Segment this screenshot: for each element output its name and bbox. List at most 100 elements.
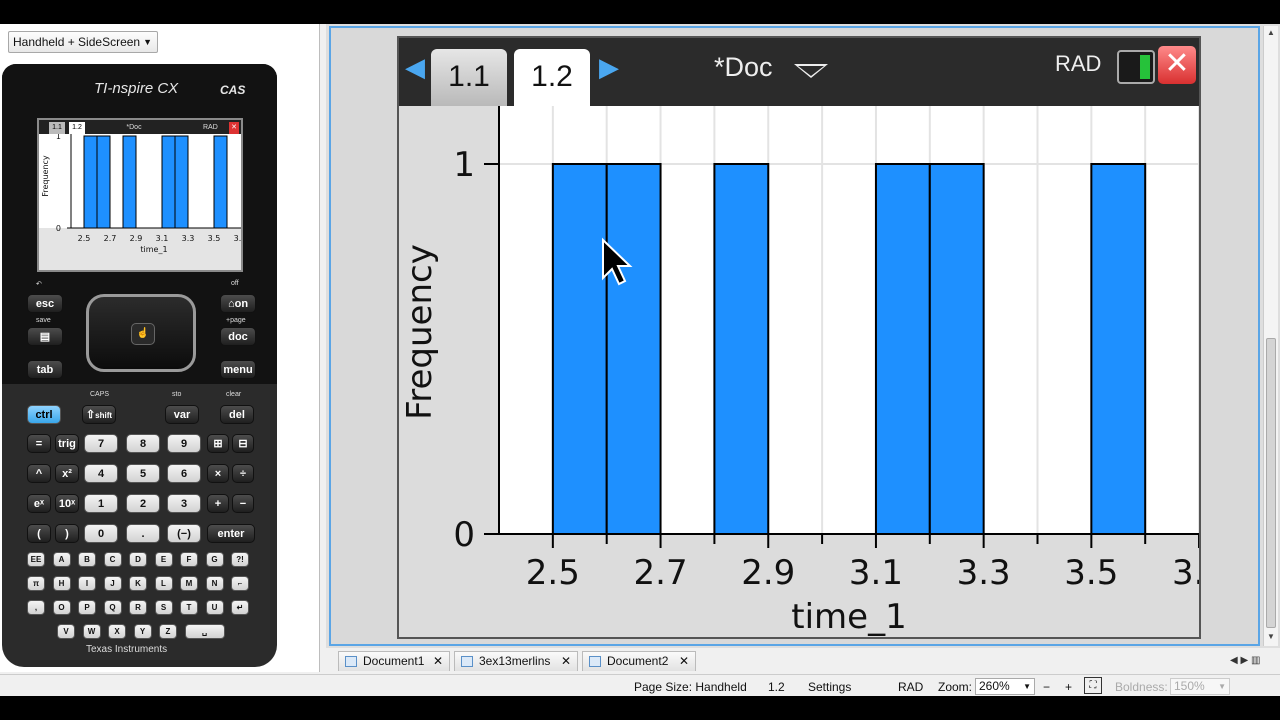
shift-key[interactable]: ⇧shift (82, 405, 116, 424)
alpha-key[interactable]: D (129, 552, 147, 567)
key[interactable]: (−) (167, 524, 201, 543)
view-mode-select[interactable]: Handheld + SideScreen ▼ (8, 31, 158, 53)
alpha-key[interactable]: ⌐ (231, 576, 249, 591)
alpha-key[interactable]: J (103, 576, 122, 591)
alpha-key[interactable]: H (52, 576, 71, 591)
scroll-down-icon[interactable]: ▼ (1267, 632, 1275, 641)
alpha-key[interactable]: A (52, 552, 71, 567)
alpha-key[interactable]: E (154, 552, 173, 567)
alpha-key[interactable]: G (205, 552, 224, 567)
alpha-key[interactable]: EE (27, 552, 45, 567)
alpha-key[interactable]: P (78, 600, 96, 615)
key[interactable]: 9 (167, 434, 201, 453)
alpha-key[interactable]: I (78, 576, 96, 591)
alpha-key[interactable]: L (154, 576, 173, 591)
key[interactable]: 6 (167, 464, 201, 483)
key[interactable]: eˣ (27, 494, 51, 513)
document-title[interactable]: *Doc (714, 52, 773, 83)
alpha-key[interactable]: V (57, 624, 75, 639)
key[interactable]: 2 (126, 494, 160, 513)
alpha-key[interactable]: Z (159, 624, 177, 639)
y-axis-label[interactable]: Frequency (400, 244, 440, 420)
document-tab-2[interactable]: 3ex13merlins ✕ (454, 651, 578, 671)
key[interactable]: 1 (84, 494, 118, 513)
key[interactable]: = (27, 434, 51, 453)
alpha-key[interactable]: N (205, 576, 224, 591)
histogram-bar[interactable] (551, 163, 608, 535)
zoom-select[interactable]: 260% ▼ (975, 678, 1035, 695)
doc-key[interactable]: doc (220, 327, 256, 346)
key[interactable]: 5 (126, 464, 160, 483)
tab-key[interactable]: tab (27, 360, 63, 379)
close-document-button[interactable]: ✕ (1158, 46, 1196, 84)
key[interactable]: 4 (84, 464, 118, 483)
zoom-out-button[interactable]: − (1043, 680, 1050, 694)
alpha-key[interactable]: U (205, 600, 224, 615)
status-mode[interactable]: RAD (898, 680, 923, 694)
var-key[interactable]: var (165, 405, 199, 424)
esc-key[interactable]: esc (27, 294, 63, 313)
vertical-scrollbar[interactable]: ▲ ▼ (1263, 26, 1278, 646)
histogram-bar[interactable] (713, 163, 770, 535)
key[interactable]: − (232, 494, 254, 513)
alpha-key[interactable]: ↵ (231, 600, 249, 615)
histogram-bar[interactable] (1090, 163, 1147, 535)
alpha-key[interactable]: R (129, 600, 147, 615)
key[interactable]: x² (55, 464, 79, 483)
document-tab-3[interactable]: Document2 ✕ (582, 651, 696, 671)
alpha-key[interactable]: K (129, 576, 147, 591)
boldness-select[interactable]: 150% ▼ (1170, 678, 1230, 695)
key[interactable]: ( (27, 524, 51, 543)
key[interactable]: ⊟ (232, 434, 254, 453)
close-tab-icon[interactable]: ✕ (433, 652, 443, 671)
alpha-key[interactable]: X (108, 624, 126, 639)
next-page-icon[interactable]: ▶ (599, 52, 619, 83)
close-tab-icon[interactable]: ✕ (561, 652, 571, 671)
key[interactable]: 8 (126, 434, 160, 453)
tab-scroll-arrows[interactable]: ◀ ▶ ▥ (1230, 655, 1260, 666)
key[interactable]: ^ (27, 464, 51, 483)
mini-screen[interactable]: 1.1 1.2 *Doc RAD ✕ 1 0 2.5 2.7 2.9 3.1 3.3 3.5 3… (37, 118, 243, 272)
key[interactable]: 0 (84, 524, 118, 543)
ctrl-key[interactable]: ctrl (27, 405, 61, 424)
alpha-key[interactable]: W (82, 624, 101, 639)
tab-1-1[interactable]: 1.1 (431, 49, 507, 106)
del-key[interactable]: del (220, 405, 254, 424)
menu-key[interactable]: menu (220, 360, 256, 379)
home-on-key[interactable]: ⌂on (220, 294, 256, 313)
touchpad[interactable]: ☝ (86, 294, 196, 372)
alpha-key[interactable]: ?! (231, 552, 249, 567)
scroll-thumb[interactable] (1266, 338, 1276, 628)
histogram-bar[interactable] (874, 163, 931, 535)
key[interactable]: 10ˣ (55, 494, 79, 513)
scratchpad-key[interactable]: ▤ (27, 327, 63, 346)
key[interactable]: ) (55, 524, 79, 543)
x-axis-label[interactable]: time_1 (791, 597, 906, 637)
key[interactable]: enter (207, 524, 255, 543)
key[interactable]: ÷ (232, 464, 254, 483)
key[interactable]: 7 (84, 434, 118, 453)
alpha-key[interactable]: O (52, 600, 71, 615)
prev-page-icon[interactable]: ◀ (405, 52, 425, 83)
scroll-up-icon[interactable]: ▲ (1267, 28, 1275, 37)
alpha-key[interactable]: Y (133, 624, 152, 639)
alpha-key[interactable]: M (180, 576, 198, 591)
alpha-key[interactable]: ␣ (184, 624, 225, 639)
alpha-key[interactable]: T (180, 600, 198, 615)
key[interactable]: + (207, 494, 229, 513)
close-tab-icon[interactable]: ✕ (679, 652, 689, 671)
alpha-key[interactable]: S (154, 600, 173, 615)
page-size[interactable]: Page Size: Handheld (634, 680, 747, 694)
alpha-key[interactable]: π (27, 576, 45, 591)
key[interactable]: . (126, 524, 160, 543)
alpha-key[interactable]: Q (103, 600, 122, 615)
document-menu-chevron-icon[interactable] (794, 64, 828, 78)
histogram-bar[interactable] (605, 163, 662, 535)
alpha-key[interactable]: F (180, 552, 198, 567)
key[interactable]: ⊞ (207, 434, 229, 453)
alpha-key[interactable]: C (103, 552, 122, 567)
tab-1-2[interactable]: 1.2 (514, 49, 590, 106)
key[interactable]: × (207, 464, 229, 483)
settings-link[interactable]: Settings (808, 680, 851, 694)
document-tab-1[interactable]: Document1 ✕ (338, 651, 450, 671)
